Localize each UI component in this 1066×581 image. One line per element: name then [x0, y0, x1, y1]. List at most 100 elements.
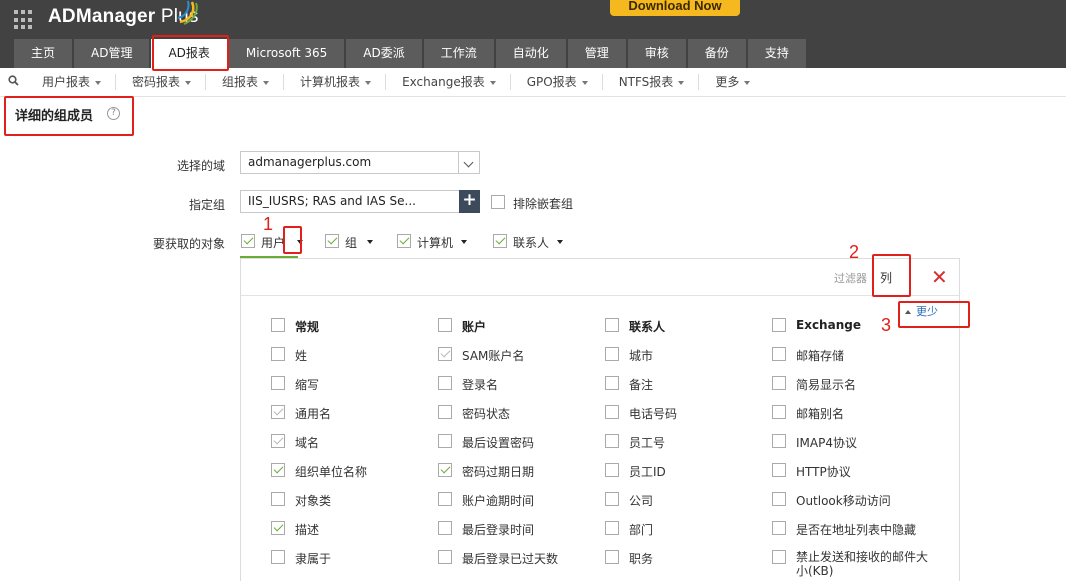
column-group-heading-0: 常规	[295, 320, 320, 334]
column-option-checkbox[interactable]	[605, 376, 619, 390]
chevron-down-icon[interactable]	[458, 152, 479, 173]
column-option-label-text: 备注	[629, 378, 654, 392]
group-input-value: IIS_IUSRS; RAS and IAS Se...	[248, 194, 416, 208]
column-option-label-text: 部门	[629, 523, 654, 537]
subnav-item-7[interactable]: 更多	[699, 74, 764, 90]
column-group-heading-2: 联系人	[629, 320, 666, 334]
object-dropdown-icon-3[interactable]	[557, 240, 563, 244]
subnav-item-3[interactable]: 计算机报表	[284, 74, 387, 90]
column-option-label: 最后设置密码	[462, 434, 534, 451]
column-option-checkbox[interactable]	[605, 405, 619, 419]
column-option-checkbox[interactable]	[605, 550, 619, 564]
column-option-label: 是否在地址列表中隐藏	[796, 521, 916, 538]
tab-6[interactable]: 自动化	[495, 39, 566, 68]
column-option-checkbox[interactable]	[438, 434, 452, 448]
column-option-label: 禁止发送和接收的邮件大 小(KB)	[796, 550, 928, 578]
app-grid-icon[interactable]	[14, 10, 34, 30]
subnav-item-label: NTFS报表	[618, 75, 674, 89]
column-option-checkbox[interactable]	[438, 463, 452, 477]
column-option-label: IMAP4协议	[796, 434, 857, 451]
column-option-label: HTTP协议	[796, 463, 851, 480]
tab-9[interactable]: 备份	[687, 39, 746, 68]
object-checkbox-0[interactable]	[241, 234, 255, 248]
subnav-item-label: 计算机报表	[300, 75, 361, 89]
column-option-label-text: 最后登录时间	[462, 523, 535, 537]
column-option-checkbox[interactable]	[605, 347, 619, 361]
column-option-label-text: 城市	[629, 349, 654, 363]
close-icon[interactable]: ✕	[931, 265, 948, 289]
tab-10[interactable]: 支持	[747, 39, 806, 68]
column-option-label-text: 最后设置密码	[462, 436, 535, 450]
column-group-checkbox-3[interactable]	[772, 318, 786, 332]
object-checkbox-1[interactable]	[325, 234, 339, 248]
subnav-item-1[interactable]: 密码报表	[116, 74, 207, 90]
column-group-checkbox-1[interactable]	[438, 318, 452, 332]
column-option-checkbox[interactable]	[772, 463, 786, 477]
column-option-checkbox[interactable]	[438, 521, 452, 535]
download-now-button[interactable]: Download Now	[610, 0, 740, 16]
tab-1[interactable]: AD管理	[74, 39, 150, 68]
column-option-label: 登录名	[462, 376, 498, 393]
column-option-checkbox[interactable]	[438, 405, 452, 419]
column-option-checkbox[interactable]	[271, 492, 285, 506]
caret-down-icon	[581, 80, 588, 85]
object-checkbox-3[interactable]	[493, 234, 507, 248]
column-option-checkbox[interactable]	[271, 521, 285, 535]
tab-3[interactable]: Microsoft 365	[228, 39, 345, 68]
main-tabs: 主页 AD管理 AD报表 Microsoft 365 AD委派 工作流 自动化 管理 审核 备份支…	[14, 39, 808, 68]
column-option-checkbox[interactable]	[438, 492, 452, 506]
column-group-checkbox-0[interactable]	[271, 318, 285, 332]
group-input[interactable]: IIS_IUSRS; RAS and IAS Se...	[240, 190, 460, 213]
column-option-checkbox[interactable]	[271, 347, 285, 361]
tab-7[interactable]: 管理	[567, 39, 626, 68]
column-option-checkbox[interactable]	[772, 492, 786, 506]
object-label-0: 用户	[261, 236, 286, 250]
column-option-label-text: 公司	[629, 494, 654, 508]
objects-label: 要获取的对象	[152, 237, 225, 251]
column-option-label-text: 通用名	[295, 407, 332, 421]
object-dropdown-icon-1[interactable]	[367, 240, 373, 244]
column-option-checkbox[interactable]	[605, 434, 619, 448]
column-option-label-text: 姓	[295, 349, 308, 363]
column-option-checkbox[interactable]	[605, 463, 619, 477]
tab-5[interactable]: 工作流	[423, 39, 494, 68]
column-option-checkbox[interactable]	[271, 463, 285, 477]
column-option-checkbox[interactable]	[271, 550, 285, 564]
column-option-checkbox[interactable]	[772, 347, 786, 361]
column-option-checkbox[interactable]	[438, 376, 452, 390]
column-option-checkbox[interactable]	[772, 376, 786, 390]
column-option-label: 密码状态	[462, 405, 510, 422]
column-option-label-text-line2: 小(KB)	[796, 564, 834, 578]
column-option-label-text: 描述	[295, 523, 320, 537]
column-option-checkbox[interactable]	[772, 434, 786, 448]
column-option-label: 域名	[295, 434, 319, 451]
exclude-nested-checkbox[interactable]	[491, 195, 505, 209]
column-option-label-text: 对象类	[295, 494, 332, 508]
subnav-item-0[interactable]: 用户报表	[26, 74, 117, 90]
column-option-label-text: 职务	[629, 552, 654, 566]
subnav-item-5[interactable]: GPO报表	[511, 74, 603, 90]
subnav-item-2[interactable]: 组报表	[206, 74, 285, 90]
subnav-item-4[interactable]: Exchange报表	[386, 74, 511, 90]
column-option-label: 电话号码	[629, 405, 677, 422]
column-option-checkbox[interactable]	[271, 376, 285, 390]
object-checkbox-2[interactable]	[397, 234, 411, 248]
column-option-label: 简易显示名	[796, 376, 856, 393]
add-group-button[interactable]: +	[459, 190, 480, 213]
object-dropdown-icon-2[interactable]	[461, 240, 467, 244]
column-option-label-text: 邮箱别名	[796, 407, 845, 421]
column-option-checkbox[interactable]	[772, 521, 786, 535]
tab-0[interactable]: 主页	[14, 39, 73, 68]
subnav-item-6[interactable]: NTFS报表	[603, 74, 700, 90]
column-option-checkbox[interactable]	[772, 550, 786, 564]
column-option-checkbox[interactable]	[605, 492, 619, 506]
column-option-checkbox[interactable]	[772, 405, 786, 419]
search-icon[interactable]	[0, 75, 26, 89]
domain-select[interactable]: admanagerplus.com	[240, 151, 480, 174]
column-option-checkbox[interactable]	[605, 521, 619, 535]
column-option-label: 通用名	[295, 405, 331, 422]
tab-8[interactable]: 审核	[627, 39, 686, 68]
column-group-checkbox-2[interactable]	[605, 318, 619, 332]
column-option-checkbox[interactable]	[438, 550, 452, 564]
tab-4[interactable]: AD委派	[346, 39, 422, 68]
